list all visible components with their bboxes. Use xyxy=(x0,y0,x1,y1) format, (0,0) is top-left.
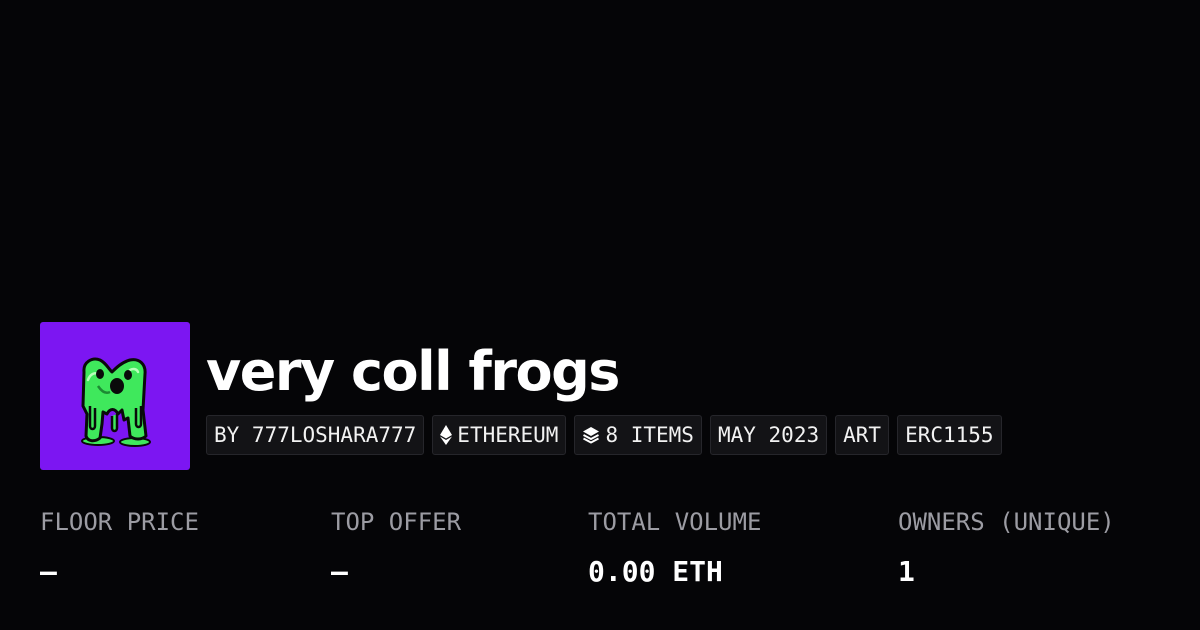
category-chip[interactable]: ART xyxy=(835,415,890,455)
creator-label: BY 777LOSHARA777 xyxy=(214,423,417,447)
stat-floor-price: FLOOR PRICE – xyxy=(40,505,199,589)
stat-top-offer: TOP OFFER – xyxy=(331,505,461,589)
layers-icon xyxy=(582,426,600,444)
green-slime-monster-icon xyxy=(40,322,190,470)
created-date-label: MAY 2023 xyxy=(717,423,820,447)
stat-label: TOP OFFER xyxy=(331,508,462,536)
creator-chip[interactable]: BY 777LOSHARA777 xyxy=(206,415,425,455)
items-count-label: 8 ITEMS xyxy=(605,423,694,447)
stat-value: 0.00 ETH xyxy=(588,555,723,588)
stat-total-volume: TOTAL VOLUME 0.00 ETH xyxy=(588,505,761,589)
collection-meta-chips: BY 777LOSHARA777 ETHEREUM 8 ITEMS MAY 20… xyxy=(206,415,1002,455)
collection-title: very coll frogs xyxy=(206,340,620,403)
token-standard-chip: ERC1155 xyxy=(897,415,1002,455)
stat-value: – xyxy=(40,555,57,588)
stat-owners: OWNERS (UNIQUE) 1 xyxy=(898,505,1115,589)
chain-chip[interactable]: ETHEREUM xyxy=(432,415,567,455)
token-standard-label: ERC1155 xyxy=(905,423,994,447)
stat-label: TOTAL VOLUME xyxy=(588,508,762,536)
category-label: ART xyxy=(843,423,882,447)
ethereum-icon xyxy=(440,425,453,445)
created-date-chip: MAY 2023 xyxy=(709,415,828,455)
stat-value: 1 xyxy=(898,555,915,588)
items-count-chip: 8 ITEMS xyxy=(574,415,702,455)
stat-label: OWNERS (UNIQUE) xyxy=(898,508,1115,536)
stat-label: FLOOR PRICE xyxy=(40,508,199,536)
chain-label: ETHEREUM xyxy=(457,423,559,447)
collection-avatar xyxy=(40,322,190,470)
stat-value: – xyxy=(331,555,348,588)
